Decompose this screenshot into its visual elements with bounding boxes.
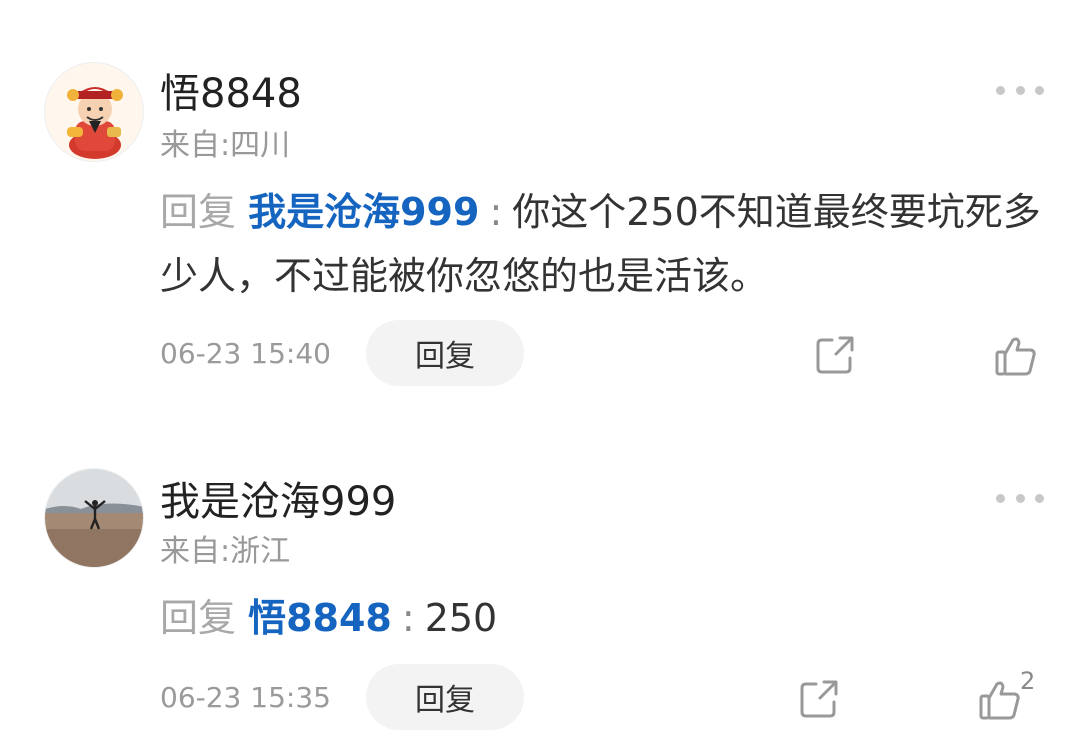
reply-prefix: 回复 (160, 190, 237, 234)
reply-button[interactable]: 回复 (366, 320, 524, 386)
thumbs-up-icon[interactable] (978, 678, 1022, 722)
share-icon[interactable] (814, 334, 856, 376)
comment-username[interactable]: 我是沧海999 (160, 480, 396, 524)
reply-prefix: 回复 (160, 596, 237, 640)
thumbs-up-icon[interactable] (994, 334, 1038, 378)
avatar[interactable] (44, 62, 144, 162)
comment-username[interactable]: 悟8848 (160, 72, 302, 116)
beach-photo-avatar-image (45, 469, 143, 567)
caishen-avatar-image (67, 87, 123, 159)
reply-button[interactable]: 回复 (366, 664, 524, 730)
share-icon[interactable] (798, 678, 840, 720)
more-dots-icon[interactable] (996, 82, 1044, 98)
comment-text: 250 (424, 596, 498, 640)
like-count: 2 (1020, 667, 1036, 695)
comment-item: 悟8848 来自:四川 回复 我是沧海999: 你这个250不知道最终要坑死多少人… (0, 0, 1088, 410)
mention-colon: : (489, 190, 503, 234)
comment-location: 来自:浙江 (160, 534, 291, 569)
comment-body: 回复 悟8848:250 (160, 586, 1050, 650)
mention-link[interactable]: 悟8848 (248, 596, 392, 640)
comment-item: 我是沧海999 来自:浙江 回复 悟8848:250 06-23 15:35 回… (0, 410, 1088, 751)
avatar[interactable] (44, 468, 144, 568)
comment-timestamp: 06-23 15:40 (160, 337, 331, 370)
mention-link[interactable]: 我是沧海999 (248, 190, 479, 234)
more-dots-icon[interactable] (996, 490, 1044, 506)
comment-location: 来自:四川 (160, 128, 291, 163)
mention-colon: : (401, 596, 415, 640)
comment-body: 回复 我是沧海999: 你这个250不知道最终要坑死多少人，不过能被你忽悠的也是活… (160, 180, 1050, 308)
comment-timestamp: 06-23 15:35 (160, 681, 331, 714)
